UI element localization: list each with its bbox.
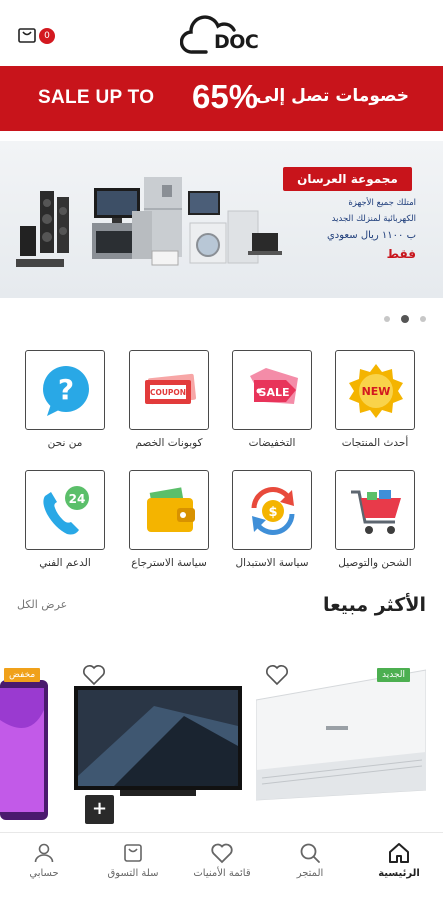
category-tile: NEW (335, 350, 415, 430)
shopping-bag-icon (18, 28, 36, 43)
category-tile (335, 470, 415, 550)
nav-label: قائمة الأمنيات (193, 868, 251, 879)
nav-wishlist[interactable]: قائمة الأمنيات (178, 841, 266, 879)
banner-price-line: ب ١١٠٠ ريال سعودي (326, 230, 416, 241)
question-icon: ? (43, 366, 89, 416)
banner-title: مجموعة العرسان (283, 167, 412, 191)
logo-text: DOC (214, 31, 259, 53)
bottom-navigation: الرئيسية المتجر قائمة الأمنيات سلة التسو… (0, 832, 443, 900)
exchange-icon: $ (251, 486, 295, 536)
banner-text-line: الكهربائية لمنزلك الجديد (331, 214, 416, 224)
home-icon (389, 843, 409, 863)
nav-store[interactable]: المتجر (266, 841, 354, 879)
category-label: أحدث المنتجات (341, 437, 409, 449)
header-cart-button[interactable]: 0 (17, 22, 57, 50)
category-tile (129, 470, 209, 550)
category-label: سياسة الاستبدال (235, 557, 309, 569)
shopping-bag-icon (124, 844, 142, 862)
promo-strip[interactable]: SALE UP TO 65% خصومات تصل إلى (0, 66, 443, 131)
category-label: الدعم الفني (39, 557, 91, 569)
smartphone-image (0, 680, 48, 820)
carousel-dot[interactable] (420, 316, 426, 322)
promo-arabic-text: خصومات تصل إلى (255, 86, 409, 106)
banner-only-text: فقط (386, 247, 416, 261)
carousel-dot[interactable] (384, 316, 390, 322)
category-label: من نحن (47, 437, 83, 449)
sale-tag-icon: SALE (250, 368, 298, 404)
new-badge-icon: NEW (349, 364, 403, 418)
category-new-products[interactable]: NEW أحدث المنتجات (333, 350, 417, 449)
category-tile: SALE (232, 350, 312, 430)
support-24-icon: 24 (43, 486, 89, 535)
coupon-icon: COUPON (145, 373, 197, 405)
logo[interactable]: DOC (179, 12, 266, 58)
svg-text:?: ? (58, 373, 74, 406)
promo-percent: 65% (192, 78, 259, 115)
product-card-phone[interactable] (0, 680, 52, 830)
best-sellers-title: الأكثر مبيعا (322, 594, 426, 616)
nav-label: المتجر (296, 868, 324, 879)
hero-banner[interactable]: مجموعة العرسان امتلك جميع الأجهزة الكهرب… (0, 141, 443, 298)
carousel-dot-active[interactable] (401, 315, 409, 323)
category-label: الشحن والتوصيل (338, 557, 412, 569)
user-icon (34, 843, 54, 863)
category-tile: ? (25, 350, 105, 430)
banner-text-line: امتلك جميع الأجهزة (348, 198, 416, 208)
category-label: كوبونات الخصم (135, 437, 203, 449)
category-shipping[interactable]: الشحن والتوصيل (333, 470, 417, 569)
appliances-image (16, 177, 282, 267)
promo-english-text: SALE UP TO (38, 87, 155, 108)
nav-home[interactable]: الرئيسية (355, 841, 443, 879)
svg-text:COUPON: COUPON (150, 388, 186, 397)
sale-tag: مخفض (4, 668, 41, 682)
category-label: التخفيضات (248, 437, 296, 449)
shopping-cart-icon (351, 490, 401, 534)
nav-account[interactable]: حسابي (0, 841, 88, 879)
category-tile: 24 (25, 470, 105, 550)
wishlist-heart-icon[interactable] (265, 664, 289, 686)
svg-text:SALE: SALE (259, 386, 290, 399)
nav-cart[interactable]: سلة التسوق (89, 841, 177, 879)
new-tag: الجديد (377, 668, 411, 682)
category-about-us[interactable]: ? من نحن (23, 350, 107, 449)
nav-label: حسابي (29, 868, 59, 879)
category-sale[interactable]: SALE التخفيضات (230, 350, 314, 449)
cart-count-badge: 0 (39, 28, 55, 44)
category-return-policy[interactable]: سياسة الاسترجاع (127, 470, 211, 569)
add-to-cart-button[interactable]: + (85, 795, 114, 824)
category-tile: $ (232, 470, 312, 550)
heart-icon (211, 843, 233, 864)
search-icon (300, 843, 320, 863)
svg-text:NEW: NEW (362, 385, 391, 398)
category-coupons[interactable]: COUPON كوبونات الخصم (127, 350, 211, 449)
nav-label: سلة التسوق (107, 868, 159, 879)
app-header: 0 DOC (0, 0, 443, 66)
wishlist-heart-icon[interactable] (82, 664, 106, 686)
svg-text:24: 24 (69, 492, 86, 506)
category-label: سياسة الاسترجاع (131, 557, 207, 569)
wallet-icon (147, 487, 195, 532)
category-exchange-policy[interactable]: $ سياسة الاستبدال (230, 470, 314, 569)
view-all-link[interactable]: عرض الكل (17, 598, 67, 611)
nav-label: الرئيسية (378, 868, 420, 879)
category-tile: COUPON (129, 350, 209, 430)
category-support[interactable]: 24 الدعم الفني (23, 470, 107, 569)
svg-text:$: $ (268, 505, 277, 520)
